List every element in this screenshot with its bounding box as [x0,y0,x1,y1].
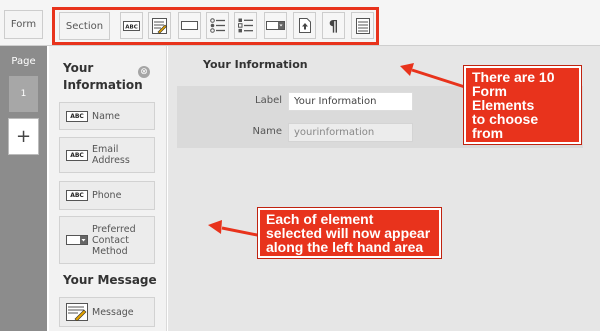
callout-left-area: Each of element selected will now appear… [257,207,442,259]
arrow-top [411,68,469,90]
arrow-bottom [221,226,263,238]
callout-form-elements: There are 10 Form Elements to choose fro… [463,65,582,145]
annotation-arrows [208,63,469,238]
arrow-bottom-head [208,220,222,234]
arrow-top-head [400,63,414,76]
